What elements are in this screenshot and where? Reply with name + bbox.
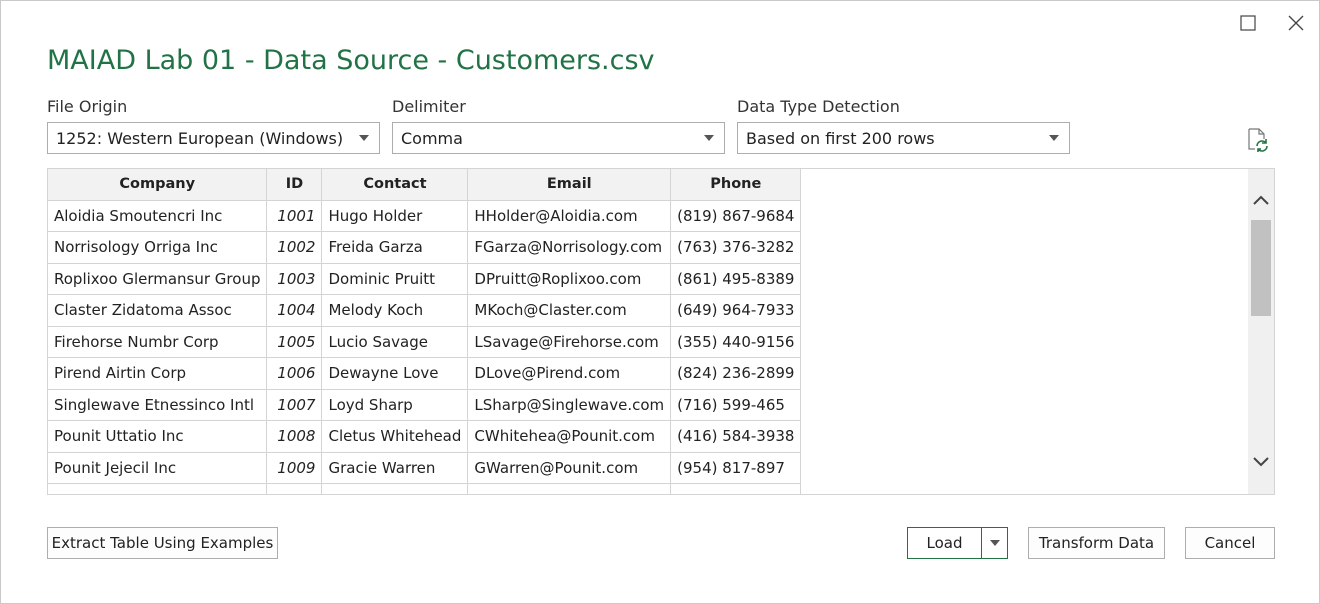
scroll-thumb[interactable] [1251,220,1271,316]
cell-id: 1004 [266,294,323,327]
chevron-up-icon [1253,195,1269,205]
cell-contact: Hugo Holder [321,199,469,232]
cell-contact: Dewayne Love [321,357,469,390]
data-type-detection-label: Data Type Detection [737,97,900,116]
column-header-id[interactable]: ID [266,169,323,201]
chevron-down-icon [1049,135,1059,141]
cell-phone: (716) 599-465 [670,388,802,421]
refresh-icon [1248,128,1268,152]
cell-phone: (824) 236-2899 [670,357,802,390]
cell-email: DLove@Pirend.com [467,357,672,390]
chevron-down-icon [359,135,369,141]
vertical-scrollbar[interactable] [1248,169,1274,494]
table-row: Firehorse Numbr Corp 1005 Lucio Savage L… [48,325,802,358]
cell-email: LSharp@Singlewave.com [467,388,672,421]
cell-id: 1005 [266,325,323,358]
chevron-down-icon [1253,457,1269,467]
delimiter-select[interactable]: Comma [392,122,725,154]
cell-company: Singlewave Etnessinco Intl [48,388,268,421]
cell-phone: (649) 964-7933 [670,294,802,327]
cell-contact: Gracie Warren [321,451,469,484]
table-row: Roplixoo Glermansur Group 1003 Dominic P… [48,262,802,295]
delimiter-value: Comma [401,128,463,148]
cell-company: Claster Zidatoma Assoc [48,294,268,327]
preview-grid: Company ID Contact Email Phone Aloidia S… [47,168,1275,495]
scroll-up-button[interactable] [1248,189,1274,211]
cell-email: HHolder@Aloidia.com [467,199,672,232]
cell-id: 1001 [266,199,323,232]
load-button[interactable]: Load [908,528,982,558]
data-type-detection-value: Based on first 200 rows [746,128,935,148]
cancel-button[interactable]: Cancel [1185,527,1275,559]
chevron-down-icon [989,540,1000,546]
cell-company: Pounit Jejecil Inc [48,451,268,484]
cell-email: DPruitt@Roplixoo.com [467,262,672,295]
cell-contact: Freida Garza [321,231,469,264]
delimiter-label: Delimiter [392,97,466,116]
cell-contact: Loyd Sharp [321,388,469,421]
maximize-icon [1240,15,1256,31]
cell-phone: (819) 867-9684 [670,199,802,232]
cell-email: LSavage@Firehorse.com [467,325,672,358]
cell-company: Firehorse Numbr Corp [48,325,268,358]
cell-contact: Melody Koch [321,294,469,327]
cell-id: 1002 [266,231,323,264]
column-header-contact[interactable]: Contact [321,169,469,201]
transform-data-button[interactable]: Transform Data [1028,527,1165,559]
cell-phone: (355) 440-9156 [670,325,802,358]
cell-company: Pirend Airtin Corp [48,357,268,390]
cell-email: MKoch@Claster.com [467,294,672,327]
cell-company: Roplixoo Glermansur Group [48,262,268,295]
file-origin-select[interactable]: 1252: Western European (Windows) [47,122,380,154]
cell-phone: (416) 584-3938 [670,420,802,453]
cell-email: GWarren@Pounit.com [467,451,672,484]
column-header-company[interactable]: Company [48,169,268,201]
header-row: Company ID Contact Email Phone [48,169,802,201]
column-header-email[interactable]: Email [467,169,672,201]
cell-contact: Lucio Savage [321,325,469,358]
cell-id: 1008 [266,420,323,453]
table-row: Norrisology Orriga Inc 1002 Freida Garza… [48,231,802,264]
dialog-title: MAIAD Lab 01 - Data Source - Customers.c… [47,45,655,76]
scroll-down-button[interactable] [1248,451,1274,473]
cell-id: 1009 [266,451,323,484]
cell-company: Pounit Uttatio Inc [48,420,268,453]
cell-id: 1006 [266,357,323,390]
cell-company: Aloidia Smoutencri Inc [48,199,268,232]
close-icon [1288,15,1304,31]
file-origin-value: 1252: Western European (Windows) [56,128,344,148]
table-row: Pounit Jejecil Inc 1009 Gracie Warren GW… [48,451,802,484]
table-row: Singlewave Etnessinco Intl 1007 Loyd Sha… [48,388,802,421]
table-row: Pirend Airtin Corp 1006 Dewayne Love DLo… [48,357,802,390]
refresh-button[interactable] [1245,127,1271,153]
cell-id: 1003 [266,262,323,295]
table-row-partial [48,483,802,494]
import-dialog: MAIAD Lab 01 - Data Source - Customers.c… [0,0,1320,604]
cell-id: 1007 [266,388,323,421]
file-origin-label: File Origin [47,97,128,116]
cell-contact: Cletus Whitehead [321,420,469,453]
cell-email: FGarza@Norrisology.com [467,231,672,264]
table-row: Pounit Uttatio Inc 1008 Cletus Whitehead… [48,420,802,453]
maximize-button[interactable] [1234,9,1262,37]
load-split-button: Load [907,527,1008,559]
table-row: Aloidia Smoutencri Inc 1001 Hugo Holder … [48,199,802,232]
table-row: Claster Zidatoma Assoc 1004 Melody Koch … [48,294,802,327]
cell-contact: Dominic Pruitt [321,262,469,295]
column-header-phone[interactable]: Phone [670,169,802,201]
cell-phone: (861) 495-8389 [670,262,802,295]
extract-table-button[interactable]: Extract Table Using Examples [47,527,278,559]
cell-phone: (763) 376-3282 [670,231,802,264]
chevron-down-icon [704,135,714,141]
preview-table: Company ID Contact Email Phone Aloidia S… [48,169,802,494]
cell-email: CWhitehea@Pounit.com [467,420,672,453]
close-button[interactable] [1282,9,1310,37]
data-type-detection-select[interactable]: Based on first 200 rows [737,122,1070,154]
cell-phone: (954) 817-897 [670,451,802,484]
cell-company: Norrisology Orriga Inc [48,231,268,264]
load-dropdown-button[interactable] [982,528,1007,558]
